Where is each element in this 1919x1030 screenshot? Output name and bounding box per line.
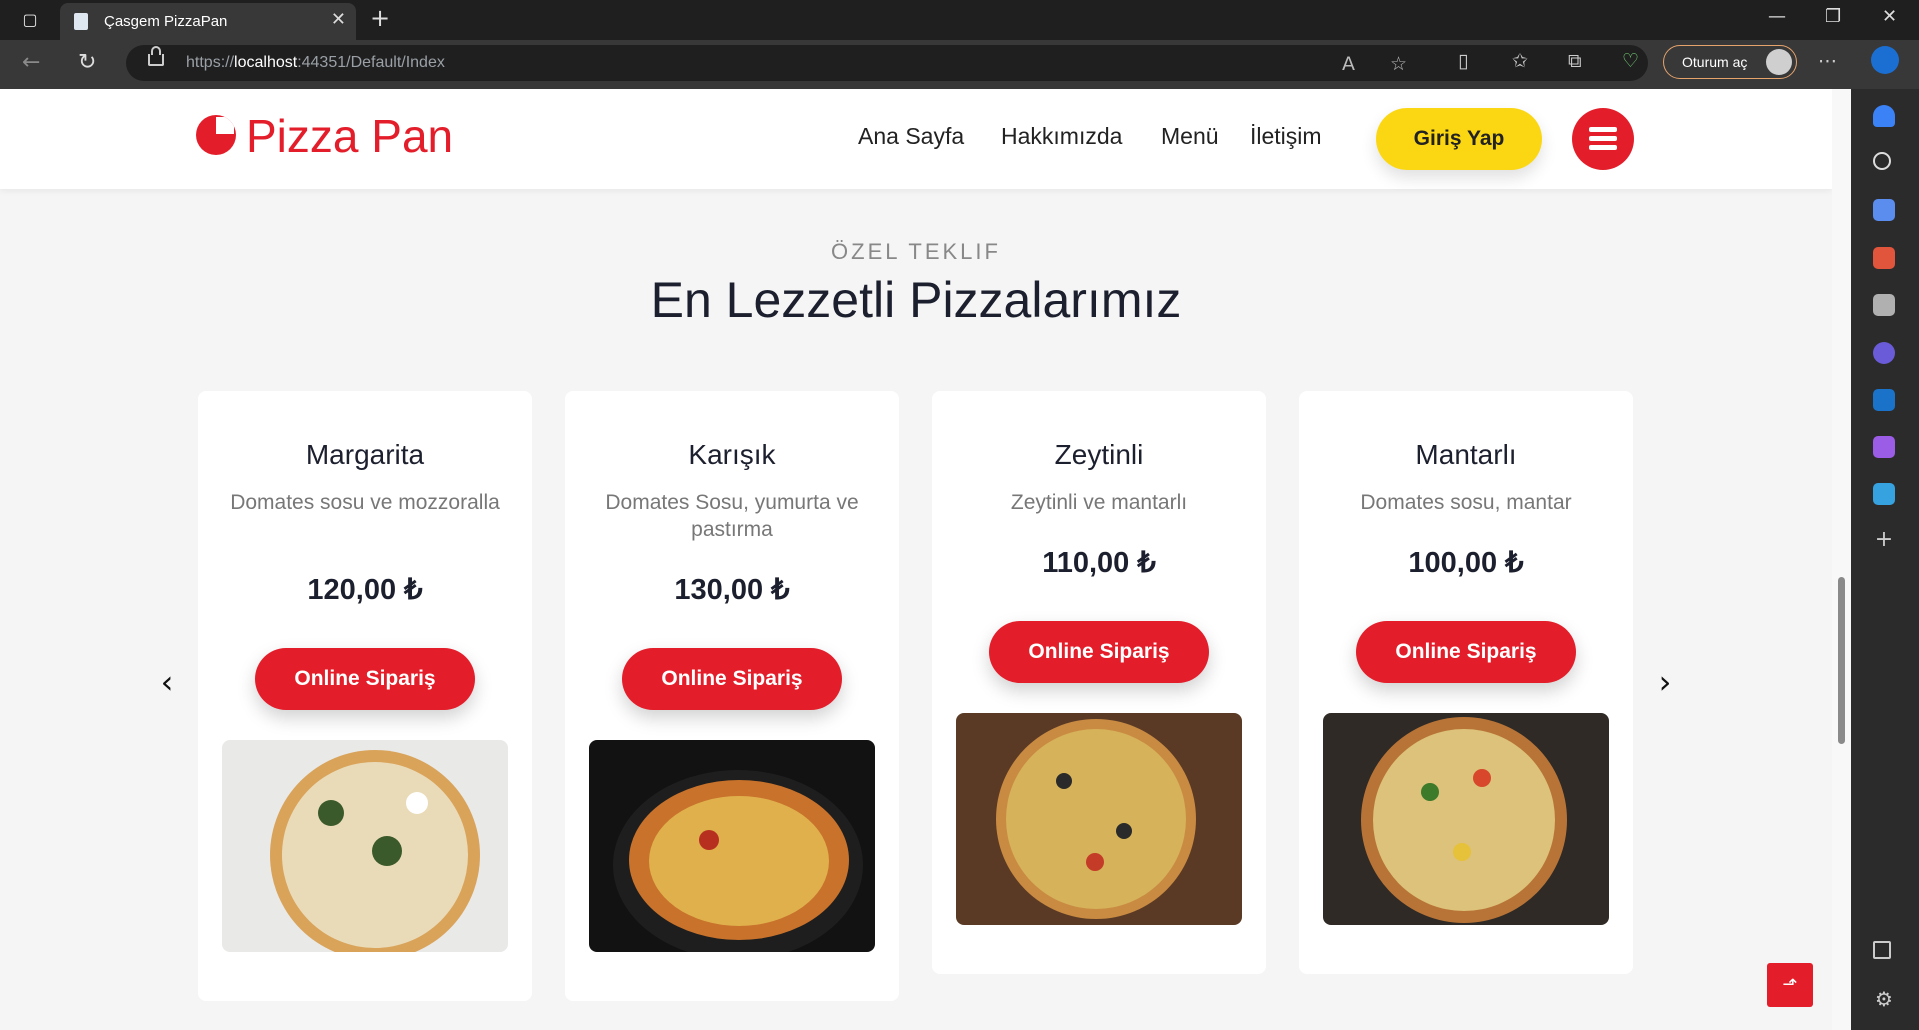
product-description: Domates sosu, mantar [1360,491,1572,514]
product-card: Karışık Domates Sosu, yumurta ve pastırm… [565,391,899,1001]
tab-actions-icon[interactable]: ▢ [18,8,42,32]
product-name: Zeytinli [1054,439,1144,470]
pizza-image [956,713,1242,925]
online-order-button[interactable]: Online Sipariş [1356,621,1576,683]
favorite-star-icon[interactable]: ☆ [1390,53,1407,75]
product-description: Zeytinli ve mantarlı [1010,491,1188,514]
menu-list-button[interactable] [1572,108,1634,170]
close-tab-icon[interactable]: ✕ [331,9,346,30]
nav-menu[interactable]: Menü [1161,123,1219,150]
list-icon [1589,127,1617,151]
signin-label: Oturum aç [1682,54,1748,70]
login-button[interactable]: Giriş Yap [1376,108,1542,170]
product-card: Zeytinli Zeytinli ve mantarlı 110,00 ₺ O… [932,391,1266,974]
product-description: Domates Sosu, yumurta ve pastırma [605,491,859,541]
games-icon[interactable] [1873,294,1895,316]
product-description: Domates sosu ve mozzoralla [230,491,500,514]
online-order-button[interactable]: Online Sipariş [255,648,475,710]
pizza-image [1323,713,1609,925]
product-card: Mantarlı Domates sosu, mantar 100,00 ₺ O… [1299,391,1633,974]
add-sidebar-app-icon[interactable]: + [1873,529,1895,551]
profile-avatar-icon [1766,49,1792,75]
outlook-icon[interactable] [1873,389,1895,411]
site-logo[interactable]: Pizza Pan [246,109,453,163]
edge-sidebar: + ⚙ [1851,89,1919,1030]
copilot-icon[interactable] [1873,342,1895,364]
bing-copilot-icon[interactable] [1871,46,1899,74]
online-order-button[interactable]: Online Sipariş [622,648,842,710]
pizza-logo-icon [196,115,236,155]
tab-title: Çasgem PizzaPan [104,13,228,30]
product-card: Margarita Domates sosu ve mozzoralla 120… [198,391,532,1001]
notifications-icon[interactable] [1873,105,1895,127]
online-order-button[interactable]: Online Sipariş [989,621,1209,683]
collections-icon[interactable]: ⧉ [1568,50,1582,72]
web-page: Pizza Pan Ana Sayfa Hakkımızda Menü İlet… [0,89,1832,1030]
pizza-image [589,740,875,952]
nav-contact[interactable]: İletişim [1250,123,1322,150]
page-scrollbar[interactable] [1832,89,1851,1030]
hide-sidebar-icon[interactable] [1873,941,1891,959]
back-icon[interactable]: ← [22,50,40,75]
split-screen-icon[interactable]: ▯ [1458,50,1468,72]
product-price: 110,00 ₺ [1042,547,1156,579]
product-name: Margarita [305,439,425,470]
restore-icon[interactable]: ❐ [1825,6,1841,27]
minimize-icon[interactable]: — [1768,6,1786,27]
carousel-prev-icon[interactable]: ‹ [152,666,182,698]
carousel-next-icon[interactable]: › [1650,666,1680,698]
section-title: En Lezzetli Pizzalarımız [650,272,1182,328]
search-icon[interactable] [1873,152,1891,170]
refresh-icon[interactable]: ↻ [78,50,96,75]
new-tab-icon[interactable]: + [370,4,390,32]
close-window-icon[interactable]: ✕ [1882,6,1897,27]
browser-essentials-icon[interactable]: ♡ [1622,50,1639,72]
page-favicon-icon [74,13,88,30]
drop-icon[interactable] [1873,483,1895,505]
product-price: 120,00 ₺ [307,574,423,606]
product-name: Mantarlı [1415,439,1517,470]
shopping-tag-icon[interactable] [1873,199,1895,221]
lock-icon [148,46,164,66]
url-text: https://localhost:44351/Default/Index [186,54,445,71]
scroll-to-top-button[interactable]: ⬏ [1767,963,1813,1007]
favorites-icon[interactable]: ✩ [1512,50,1528,72]
nav-about[interactable]: Hakkımızda [1001,123,1122,150]
tools-icon[interactable] [1873,247,1895,269]
pizza-image [222,740,508,952]
product-name: Karışık [688,439,776,470]
nav-home[interactable]: Ana Sayfa [858,123,964,150]
browser-tab[interactable]: Çasgem PizzaPan ✕ [60,3,356,40]
browser-tab-bar: ▢ Çasgem PizzaPan ✕ + — ❐ ✕ [0,0,1919,40]
product-price: 130,00 ₺ [674,574,790,606]
designer-icon[interactable] [1873,436,1895,458]
site-header: Pizza Pan Ana Sayfa Hakkımızda Menü İlet… [0,89,1832,189]
section-subtitle: ÖZEL TEKLIF [831,239,1001,264]
signin-button[interactable]: Oturum aç [1663,45,1797,79]
settings-gear-icon[interactable]: ⚙ [1873,988,1895,1010]
scrollbar-thumb[interactable] [1838,577,1845,744]
more-menu-icon[interactable]: ⋯ [1818,50,1837,72]
read-aloud-icon[interactable]: A [1342,53,1355,75]
product-price: 100,00 ₺ [1408,547,1524,579]
address-bar[interactable]: https://localhost:44351/Default/Index A … [126,45,1648,81]
